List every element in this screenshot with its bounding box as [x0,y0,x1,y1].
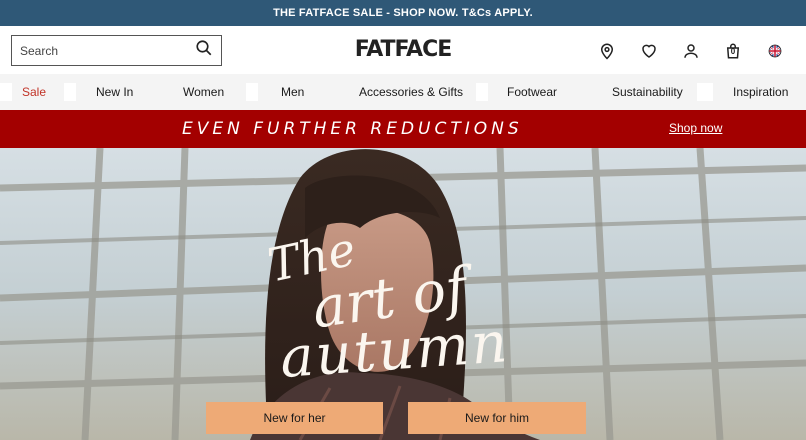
nav-item-footwear[interactable]: Footwear [507,74,557,110]
promo-banner[interactable]: EVEN FURTHER REDUCTIONS Shop now [0,110,806,148]
nav-item-sustainability[interactable]: Sustainability [612,74,683,110]
shop-now-link[interactable]: Shop now [669,121,722,135]
nav-item-new-in[interactable]: New In [96,74,133,110]
nav-divider [697,83,713,101]
header-icons: 0 [586,40,796,62]
nav-divider [0,83,12,101]
location-pin-icon[interactable] [586,40,628,62]
nav-divider [246,83,258,101]
bag-count: 0 [730,47,736,56]
new-for-him-button[interactable]: New for him [408,402,586,434]
nav-item-sale[interactable]: Sale [22,74,46,110]
nav-item-accessories-gifts[interactable]: Accessories & Gifts [359,74,463,110]
hero-banner[interactable]: The art of autumn New for her New for hi… [0,148,806,440]
nav-item-inspiration[interactable]: Inspiration [733,74,788,110]
site-header: FATFACE 0 [0,26,806,74]
announcement-bar[interactable]: THE FATFACE SALE - SHOP NOW. T&Cs APPLY. [0,0,806,26]
new-for-her-button[interactable]: New for her [206,402,383,434]
heart-icon[interactable] [628,40,670,62]
nav-divider [64,83,76,101]
nav-item-men[interactable]: Men [281,74,304,110]
main-nav: Sale New In Women Men Accessories & Gift… [0,74,806,110]
nav-divider [476,83,488,101]
bag-icon[interactable]: 0 [712,40,754,62]
promo-text: EVEN FURTHER REDUCTIONS [182,119,523,139]
announcement-text[interactable]: THE FATFACE SALE - SHOP NOW. T&Cs APPLY. [273,7,533,19]
account-icon[interactable] [670,40,712,62]
nav-item-women[interactable]: Women [183,74,224,110]
uk-flag-icon[interactable] [754,40,796,62]
